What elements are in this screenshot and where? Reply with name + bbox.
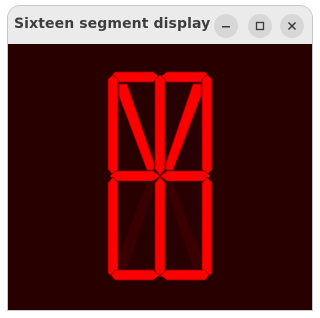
- minimize-button[interactable]: [214, 14, 238, 38]
- close-button[interactable]: [280, 14, 304, 38]
- maximize-button[interactable]: [248, 14, 272, 38]
- segment-f: [107, 74, 119, 176]
- segment-i: [154, 74, 166, 176]
- app-window: Sixteen segment display ...: [8, 6, 312, 310]
- segment-l: [154, 176, 166, 278]
- segment-c: [201, 176, 213, 278]
- maximize-icon: [255, 21, 265, 31]
- segment-d2: [159, 269, 210, 281]
- segment-h: [118, 83, 155, 171]
- sixteen-segment-display: [107, 71, 213, 281]
- display-area: [8, 44, 312, 310]
- segment-m: [118, 181, 155, 269]
- window-title: Sixteen segment display ...: [14, 16, 232, 32]
- segment-j: [165, 83, 202, 171]
- title-bar[interactable]: Sixteen segment display ...: [8, 6, 312, 44]
- minimize-icon: [222, 26, 230, 28]
- segment-g1: [109, 170, 161, 182]
- segment-e: [107, 176, 119, 278]
- segment-b: [201, 74, 213, 176]
- close-icon: [287, 21, 297, 31]
- segment-g2: [159, 170, 211, 182]
- segment-d1: [110, 269, 161, 281]
- segment-k: [165, 181, 202, 269]
